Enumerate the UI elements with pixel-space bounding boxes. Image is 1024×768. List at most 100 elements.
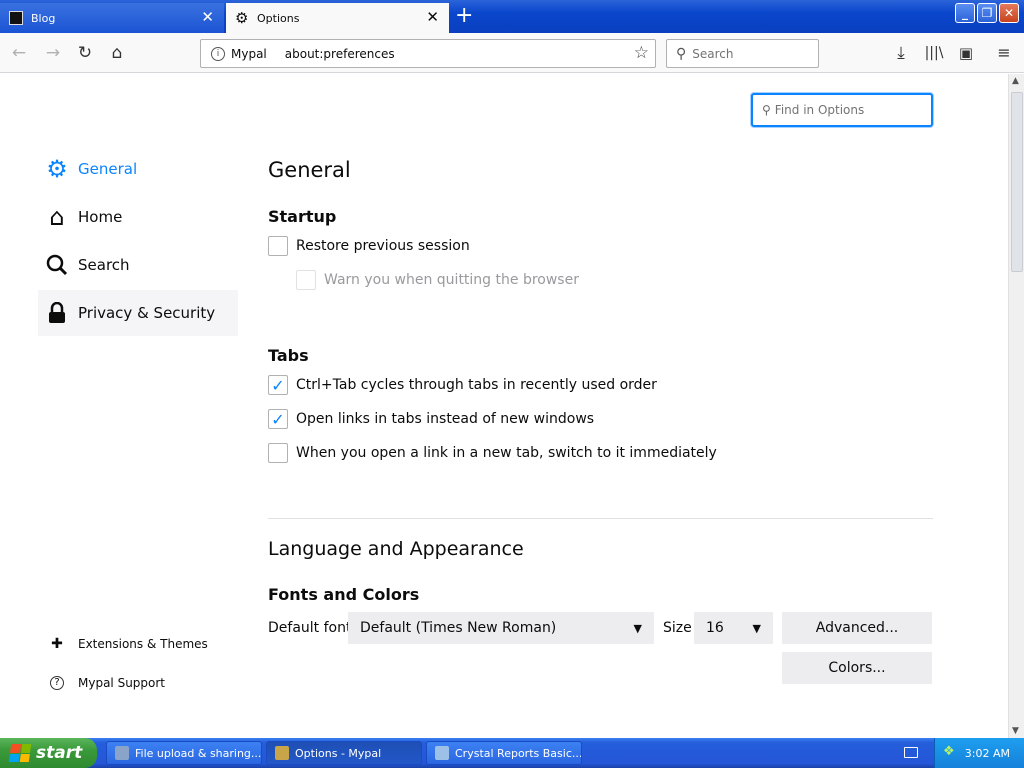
colors-button[interactable]: Colors... — [782, 652, 932, 684]
taskbar-item-label: Options - Mypal — [295, 746, 382, 760]
restore-button[interactable]: ❐ — [977, 3, 997, 23]
scroll-down-icon[interactable]: ▼ — [1012, 726, 1019, 736]
start-button[interactable]: start — [0, 738, 97, 768]
search-placeholder: Search — [692, 46, 734, 61]
home-icon[interactable]: ⌂ — [106, 42, 128, 64]
size-label: Size — [663, 620, 692, 636]
sidebar-item-extensions[interactable]: ✚ Extensions & Themes — [38, 629, 238, 659]
open-links-in-tabs-checkbox[interactable]: ✓ Open links in tabs instead of new wind… — [268, 409, 594, 429]
back-icon[interactable]: ← — [8, 42, 30, 64]
option-label: Ctrl+Tab cycles through tabs in recently… — [296, 377, 657, 393]
switch-to-new-tab-checkbox[interactable]: When you open a link in a new tab, switc… — [268, 443, 717, 463]
menu-icon[interactable]: ≡ — [993, 42, 1015, 64]
tab-options[interactable]: ⚙ Options ✕ — [226, 3, 449, 33]
taskbar-item-label: File upload & sharing.... — [135, 746, 262, 760]
tab-blog[interactable]: Blog ✕ — [0, 3, 224, 33]
sidebar-item-search[interactable]: Search — [38, 242, 238, 288]
chevron-down-icon: ▼ — [633, 621, 642, 635]
lock-icon — [44, 300, 70, 326]
taskbar-item[interactable]: Crystal Reports Basic... — [426, 741, 582, 765]
scrollbar-thumb[interactable] — [1011, 92, 1023, 272]
sidebar-item-label: Privacy & Security — [78, 304, 216, 322]
scroll-up-icon[interactable]: ▲ — [1012, 76, 1019, 86]
sidebar-item-label: Mypal Support — [78, 676, 166, 690]
ctrl-tab-checkbox[interactable]: ✓ Ctrl+Tab cycles through tabs in recent… — [268, 375, 657, 395]
search-icon — [44, 252, 70, 278]
close-tab-icon[interactable]: ✕ — [426, 10, 439, 25]
reload-icon[interactable]: ↻ — [74, 42, 96, 64]
option-label: Open links in tabs instead of new window… — [296, 411, 595, 427]
library-icon[interactable]: |||\ — [923, 42, 945, 64]
option-label: When you open a link in a new tab, switc… — [296, 445, 717, 461]
search-icon: ⚲ — [762, 103, 771, 117]
crystal-reports-icon — [435, 746, 449, 760]
close-window-button[interactable]: ✕ — [999, 3, 1019, 23]
checkbox-checked[interactable]: ✓ — [268, 375, 288, 395]
tab-strip: Blog ✕ ⚙ Options ✕ + _ ❐ ✕ — [0, 0, 1024, 33]
windows-logo-icon — [8, 744, 32, 762]
taskbar: start File upload & sharing.... Options … — [0, 738, 1024, 768]
option-label: Warn you when quitting the browser — [324, 272, 579, 288]
bookmark-star-icon[interactable]: ☆ — [634, 43, 649, 63]
app-icon — [115, 746, 129, 760]
sidebar-item-label: Extensions & Themes — [78, 637, 208, 651]
info-icon[interactable]: i — [211, 46, 225, 61]
puzzle-icon: ✚ — [51, 636, 63, 652]
sidebar-item-home[interactable]: ⌂ Home — [38, 194, 238, 240]
window-controls: _ ❐ ✕ — [955, 3, 1019, 23]
chevron-down-icon: ▼ — [752, 621, 761, 635]
close-tab-icon[interactable]: ✕ — [201, 10, 214, 25]
select-value: Default (Times New Roman) — [360, 620, 557, 636]
restore-session-checkbox[interactable]: Restore previous session — [268, 236, 470, 256]
forward-icon[interactable]: → — [42, 42, 64, 64]
taskbar-item-label: Crystal Reports Basic... — [455, 746, 582, 760]
url-text[interactable]: about:preferences — [285, 47, 395, 61]
downloads-icon[interactable]: ⤓ — [890, 42, 912, 64]
tab-label: Options — [257, 11, 300, 25]
sidebar-item-label: Search — [78, 256, 130, 274]
warn-quitting-checkbox: Warn you when quitting the browser — [296, 270, 579, 290]
font-size-select[interactable]: 16 ▼ — [694, 612, 773, 644]
checkbox-checked[interactable]: ✓ — [268, 409, 288, 429]
start-label: start — [36, 743, 83, 763]
gear-icon: ⚙ — [235, 9, 249, 27]
sidebar-icon[interactable]: ▣ — [955, 42, 977, 64]
taskbar-item-active[interactable]: Options - Mypal — [266, 741, 422, 765]
url-bar[interactable]: i Mypal about:preferences ☆ — [200, 39, 656, 68]
page-title: General — [268, 158, 351, 182]
tabs-heading: Tabs — [268, 346, 309, 365]
mypal-icon — [275, 746, 289, 760]
clock[interactable]: 3:02 AM — [965, 747, 1010, 760]
home-icon: ⌂ — [49, 203, 65, 231]
select-value: 16 — [706, 620, 724, 636]
keyboard-icon[interactable] — [904, 747, 918, 758]
option-label: Restore previous session — [296, 238, 470, 254]
help-icon: ? — [44, 670, 70, 696]
find-placeholder: Find in Options — [774, 103, 865, 117]
preferences-page: ⚲ Find in Options ⚙ General ⌂ Home Searc… — [0, 74, 1008, 738]
default-font-select[interactable]: Default (Times New Roman) ▼ — [348, 612, 654, 644]
sidebar-item-support[interactable]: ? Mypal Support — [38, 668, 238, 698]
default-font-label: Default font — [268, 620, 352, 636]
checkbox — [296, 270, 316, 290]
fonts-colors-heading: Fonts and Colors — [268, 585, 420, 604]
search-icon: ⚲ — [676, 45, 687, 62]
language-heading: Language and Appearance — [268, 538, 524, 560]
sidebar-item-privacy[interactable]: Privacy & Security — [38, 290, 238, 336]
checkbox[interactable] — [268, 236, 288, 256]
find-in-options-input[interactable]: ⚲ Find in Options — [751, 93, 933, 127]
site-identity: Mypal — [231, 46, 267, 61]
new-tab-button[interactable]: + — [455, 4, 473, 28]
vertical-scrollbar[interactable]: ▲ ▼ — [1008, 74, 1024, 738]
taskbar-item[interactable]: File upload & sharing.... — [106, 741, 262, 765]
search-input[interactable]: ⚲ Search — [666, 39, 819, 68]
startup-heading: Startup — [268, 207, 337, 226]
sidebar-item-general[interactable]: ⚙ General — [38, 146, 238, 192]
system-tray: ❖ 3:02 AM — [934, 738, 1024, 768]
minimize-button[interactable]: _ — [955, 3, 975, 23]
tab-label: Blog — [31, 11, 56, 25]
sidebar-item-label: General — [78, 160, 138, 178]
advanced-fonts-button[interactable]: Advanced... — [782, 612, 932, 644]
checkbox[interactable] — [268, 443, 288, 463]
network-icon[interactable]: ❖ — [943, 745, 957, 759]
